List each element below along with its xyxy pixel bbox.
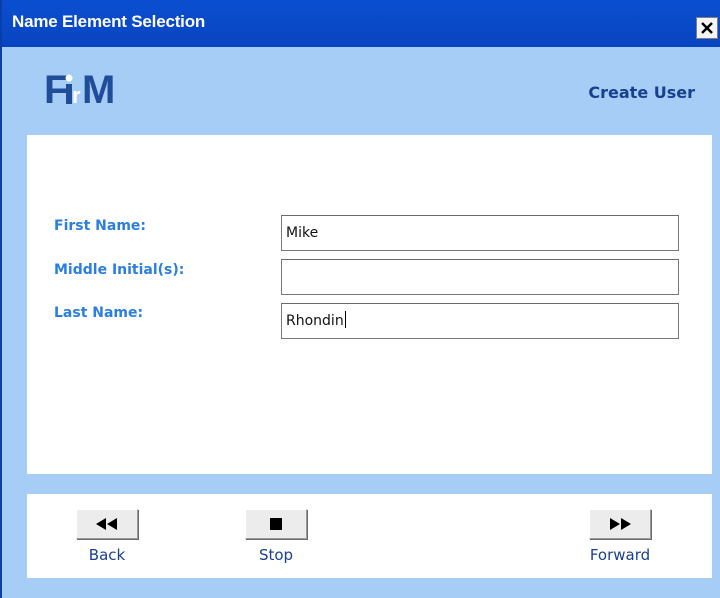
header-band: F r M Create User	[4, 47, 720, 135]
back-label[interactable]: Back	[67, 546, 147, 564]
last-name-value: Rhondin	[286, 313, 344, 329]
close-button[interactable]	[696, 17, 718, 39]
forward-button[interactable]	[589, 509, 651, 539]
page-heading: Create User	[588, 83, 695, 102]
svg-text:M: M	[82, 69, 113, 109]
forward-label[interactable]: Forward	[580, 546, 660, 564]
fast-forward-icon	[610, 518, 631, 530]
navigation-panel: Back Stop Forward	[27, 494, 712, 578]
first-name-field[interactable]	[281, 215, 679, 251]
back-button[interactable]	[76, 509, 138, 539]
first-name-label: First Name:	[54, 218, 147, 234]
middle-initial-field[interactable]	[281, 259, 679, 295]
svg-text:F: F	[44, 69, 67, 109]
svg-text:r: r	[72, 83, 81, 108]
stop-label[interactable]: Stop	[236, 546, 316, 564]
close-icon	[701, 22, 713, 34]
firm-logo: F r M	[44, 68, 122, 113]
text-caret	[344, 311, 346, 328]
rewind-icon	[96, 518, 117, 530]
stop-square-icon	[270, 518, 282, 530]
title-bar[interactable]: Name Element Selection	[2, 0, 720, 47]
form-panel: First Name: Middle Initial(s): Last Name…	[27, 135, 712, 474]
stop-button[interactable]	[245, 509, 307, 539]
last-name-label: Last Name:	[54, 305, 144, 321]
middle-initial-label: Middle Initial(s):	[54, 262, 185, 278]
window-title: Name Element Selection	[12, 12, 206, 31]
last-name-field[interactable]: Rhondin	[281, 303, 679, 339]
dialog-window: Name Element Selection F r M Create User…	[0, 0, 720, 598]
